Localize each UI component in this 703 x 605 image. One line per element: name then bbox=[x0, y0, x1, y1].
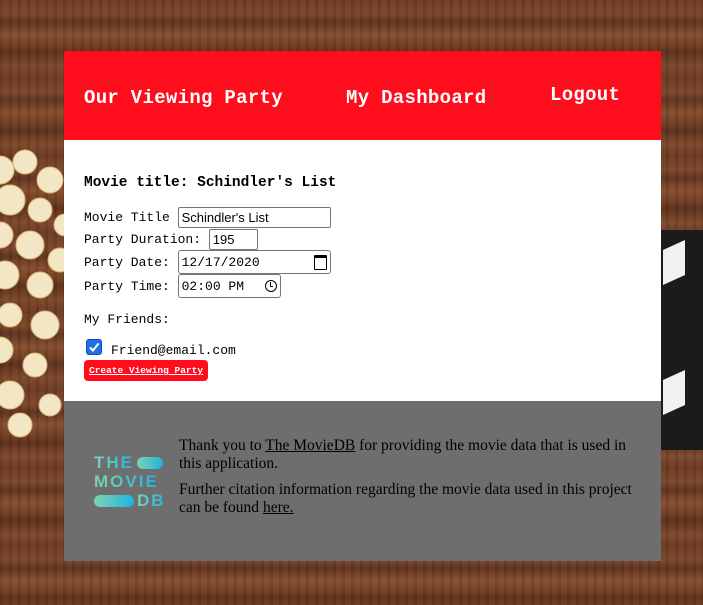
checkmark-icon bbox=[89, 342, 100, 353]
nav-logout-link[interactable]: Logout bbox=[550, 84, 620, 106]
friends-label: My Friends: bbox=[84, 312, 170, 327]
duration-label: Party Duration: bbox=[84, 232, 209, 247]
date-input[interactable]: 12/17/2020 bbox=[177, 250, 331, 274]
logo-line-2: MOVIE bbox=[94, 471, 159, 491]
logo-line-3: DB bbox=[137, 490, 166, 510]
nav-dashboard-link[interactable]: My Dashboard bbox=[346, 87, 486, 109]
time-label: Party Time: bbox=[84, 278, 178, 294]
footer: THE MOVIE DB Thank you to The MovieDB fo… bbox=[64, 401, 661, 561]
tmdb-logo: THE MOVIE DB bbox=[94, 453, 172, 511]
friend-email: Friend@email.com bbox=[111, 343, 236, 358]
footer-credits: Thank you to The MovieDB for providing t… bbox=[179, 437, 649, 525]
create-viewing-party-button[interactable]: Create Viewing Party bbox=[84, 360, 209, 381]
clapperboard-decoration bbox=[655, 230, 703, 450]
moviedb-link[interactable]: The MovieDB bbox=[265, 437, 355, 454]
duration-input[interactable]: 195 bbox=[208, 229, 258, 250]
page-title: Movie title: Schindler's List bbox=[84, 175, 336, 191]
thanks-paragraph: Thank you to The MovieDB for providing t… bbox=[179, 437, 649, 473]
logo-pill-2 bbox=[94, 494, 134, 507]
movie-title-row: Movie Title Schindler's List bbox=[84, 207, 331, 228]
date-value: 12/17/2020 bbox=[181, 254, 260, 270]
time-input[interactable]: 02:00 PM bbox=[177, 274, 281, 298]
calendar-icon[interactable] bbox=[313, 254, 327, 270]
time-row: Party Time: 02:00 PM bbox=[84, 274, 281, 298]
top-navbar: Our Viewing Party My Dashboard Logout bbox=[64, 51, 661, 140]
duration-row: Party Duration: 195 bbox=[84, 229, 258, 250]
movie-title-input[interactable]: Schindler's List bbox=[177, 207, 331, 228]
date-row: Party Date: 12/17/2020 bbox=[84, 250, 331, 274]
thanks-before: Thank you to bbox=[179, 437, 266, 454]
clock-icon[interactable] bbox=[264, 280, 277, 292]
page-title-movie: Schindler's List bbox=[197, 175, 337, 191]
nav-viewing-party-link[interactable]: Our Viewing Party bbox=[84, 87, 283, 109]
logo-line-1: THE bbox=[94, 452, 134, 472]
time-value: 02:00 PM bbox=[181, 278, 245, 294]
date-label: Party Date: bbox=[84, 254, 178, 270]
logo-pill-1 bbox=[137, 456, 163, 469]
citation-text: Further citation information regarding t… bbox=[179, 481, 632, 516]
citation-here-link[interactable]: here. bbox=[263, 499, 294, 516]
movie-title-label: Movie Title bbox=[84, 210, 178, 225]
citation-paragraph: Further citation information regarding t… bbox=[179, 481, 649, 517]
friend-checkbox[interactable] bbox=[86, 339, 102, 355]
main-card: Our Viewing Party My Dashboard Logout Mo… bbox=[64, 51, 661, 561]
duration-value: 195 bbox=[212, 232, 235, 247]
page-title-prefix: Movie title: bbox=[84, 175, 198, 191]
movie-title-value: Schindler's List bbox=[181, 210, 269, 225]
